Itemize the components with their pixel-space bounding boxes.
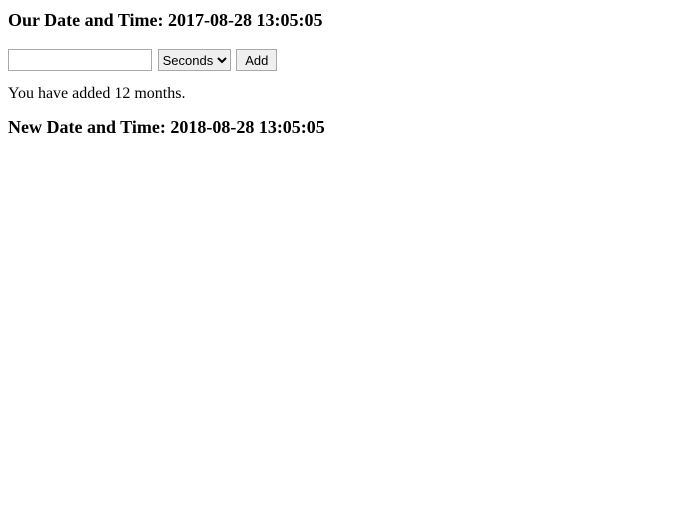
add-form: Seconds Add <box>8 49 688 71</box>
new-date-heading: New Date and Time: 2018-08-28 13:05:05 <box>8 117 688 138</box>
unit-select[interactable]: Seconds <box>158 49 231 71</box>
our-date-heading: Our Date and Time: 2017-08-28 13:05:05 <box>8 10 688 31</box>
amount-input[interactable] <box>8 49 152 71</box>
add-button[interactable]: Add <box>236 49 277 71</box>
status-message: You have added 12 months. <box>8 85 688 103</box>
